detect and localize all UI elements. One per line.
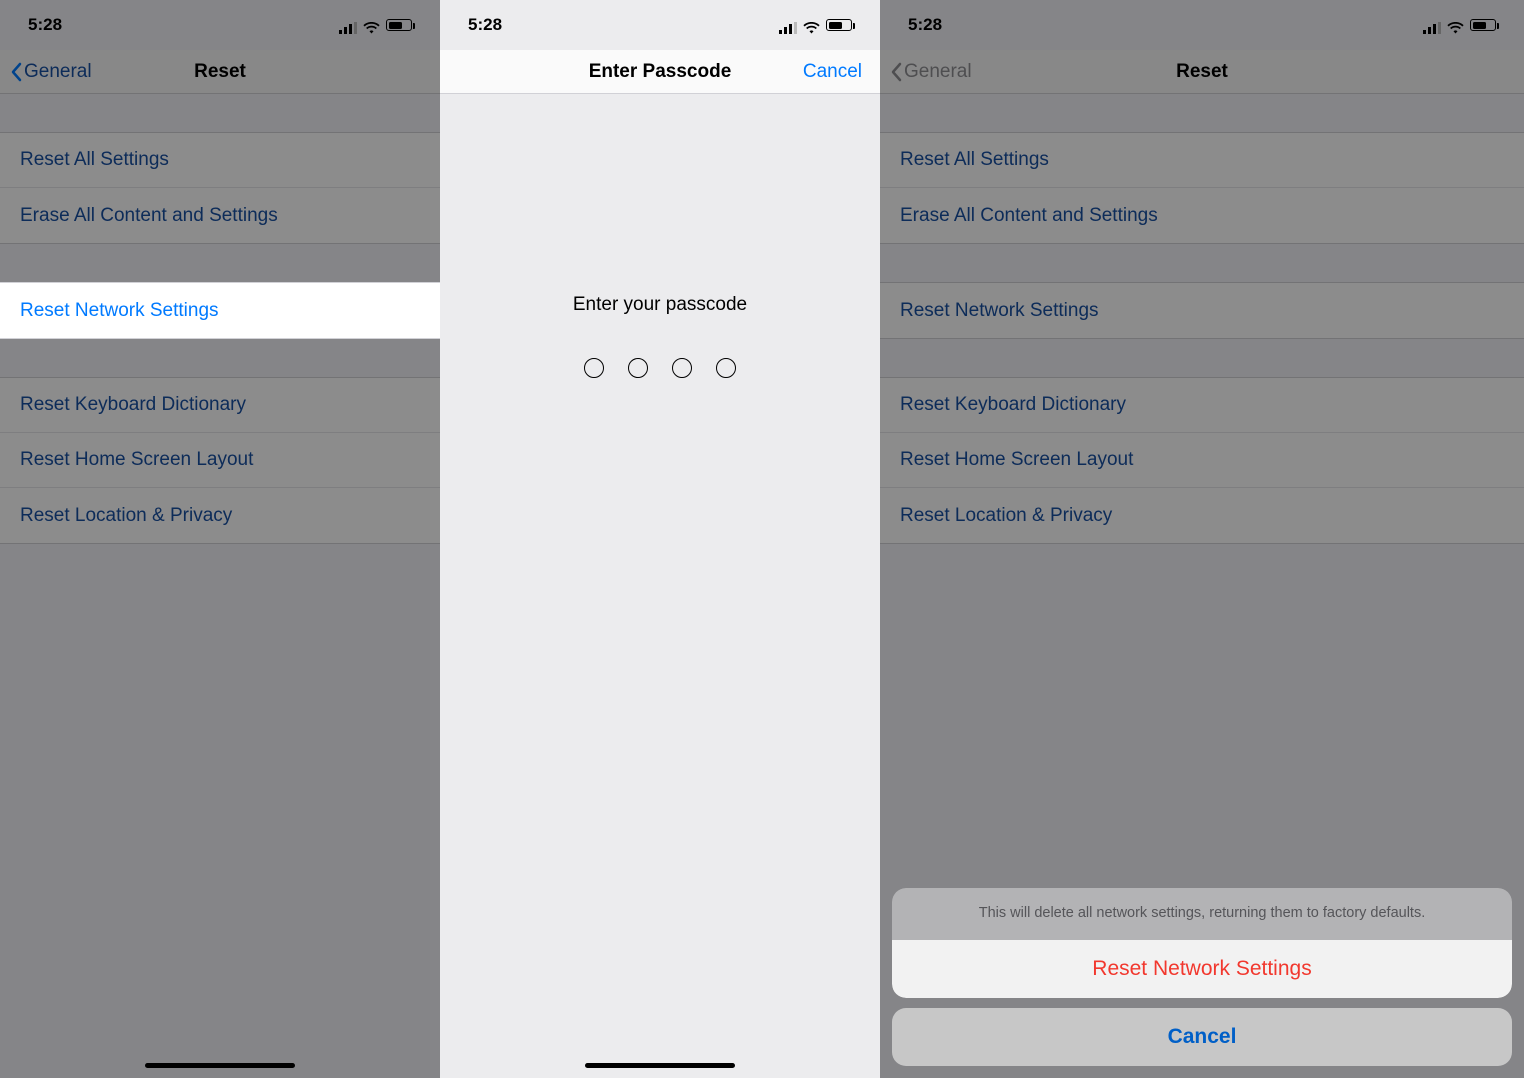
reset-group-2: Reset Network Settings [0,282,440,339]
passcode-dot [584,358,604,378]
row-reset-all-settings[interactable]: Reset All Settings [880,133,1524,188]
row-reset-keyboard-dict[interactable]: Reset Keyboard Dictionary [0,378,440,433]
action-sheet: This will delete all network settings, r… [892,888,1512,1066]
page-title: Reset [1176,61,1228,83]
passcode-dot [716,358,736,378]
passcode-dot [628,358,648,378]
page-title: Reset [194,61,246,83]
back-label: General [904,61,972,83]
cellular-icon [1423,19,1441,31]
battery-icon [826,19,852,31]
reset-group-1: Reset All Settings Erase All Content and… [880,132,1524,244]
wifi-icon [1447,19,1464,31]
row-reset-location-privacy[interactable]: Reset Location & Privacy [880,488,1524,543]
row-reset-network-settings[interactable]: Reset Network Settings [0,283,440,338]
wifi-icon [363,19,380,31]
status-bar: 5:28 [0,0,440,50]
page-title: Enter Passcode [589,61,732,83]
row-reset-home-layout[interactable]: Reset Home Screen Layout [880,433,1524,488]
row-reset-home-layout[interactable]: Reset Home Screen Layout [0,433,440,488]
row-reset-location-privacy[interactable]: Reset Location & Privacy [0,488,440,543]
back-button[interactable]: General [10,61,92,83]
status-icons [1423,19,1496,31]
nav-bar: Enter Passcode Cancel [440,50,880,94]
action-sheet-message: This will delete all network settings, r… [892,888,1512,940]
chevron-left-icon [10,62,22,82]
action-sheet-top: This will delete all network settings, r… [892,888,1512,998]
row-erase-all-content[interactable]: Erase All Content and Settings [880,188,1524,243]
status-bar: 5:28 [880,0,1524,50]
status-icons [779,19,852,31]
row-reset-network-settings[interactable]: Reset Network Settings [880,283,1524,338]
status-icons [339,19,412,31]
reset-group-2: Reset Network Settings [880,282,1524,339]
status-bar: 5:28 [440,0,880,50]
passcode-body: Enter your passcode [440,94,880,378]
cancel-button[interactable]: Cancel [803,61,862,83]
reset-group-3: Reset Keyboard Dictionary Reset Home Scr… [0,377,440,544]
home-indicator[interactable] [585,1063,735,1068]
action-confirm-reset-network[interactable]: Reset Network Settings [892,940,1512,998]
row-reset-all-settings[interactable]: Reset All Settings [0,133,440,188]
passcode-prompt: Enter your passcode [440,294,880,316]
status-time: 5:28 [28,15,62,35]
status-time: 5:28 [468,15,502,35]
nav-bar: General Reset [880,50,1524,94]
screen-reset-highlighted: 5:28 General Reset Reset All Settings Er… [0,0,440,1078]
wifi-icon [803,19,820,31]
passcode-dots [440,358,880,378]
battery-icon [1470,19,1496,31]
home-indicator[interactable] [145,1063,295,1068]
back-label: General [24,61,92,83]
cellular-icon [779,19,797,31]
battery-icon [386,19,412,31]
screen-enter-passcode: 5:28 Enter Passcode Cancel Enter your pa… [440,0,880,1078]
action-cancel[interactable]: Cancel [892,1008,1512,1066]
reset-group-3: Reset Keyboard Dictionary Reset Home Scr… [880,377,1524,544]
row-erase-all-content[interactable]: Erase All Content and Settings [0,188,440,243]
reset-group-1: Reset All Settings Erase All Content and… [0,132,440,244]
back-button[interactable]: General [890,61,972,83]
screen-reset-actionsheet: 5:28 General Reset Reset All Settings Er… [880,0,1524,1078]
row-reset-keyboard-dict[interactable]: Reset Keyboard Dictionary [880,378,1524,433]
status-time: 5:28 [908,15,942,35]
passcode-dot [672,358,692,378]
cellular-icon [339,19,357,31]
nav-bar: General Reset [0,50,440,94]
chevron-left-icon [890,62,902,82]
